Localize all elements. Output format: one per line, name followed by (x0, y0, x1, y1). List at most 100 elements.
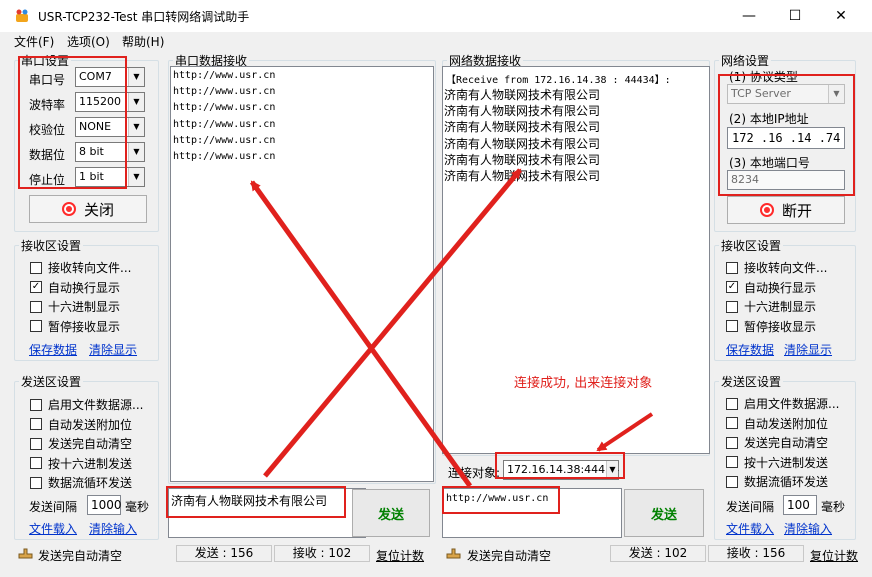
right-interval-label: 发送间隔 (726, 500, 775, 514)
checkbox[interactable] (726, 475, 738, 488)
net-settings-legend: 网络设置 (721, 54, 770, 68)
right-recv-option-1[interactable]: ✓ 自动换行显示 (726, 279, 816, 296)
left-send-count: 发送 : 156 (176, 545, 272, 562)
left-interval-unit: 毫秒 (125, 500, 150, 514)
status-dot-icon (759, 203, 774, 217)
chevron-down-icon: ▼ (128, 93, 144, 111)
left-recv-option-2[interactable]: 十六进制显示 (30, 298, 120, 315)
net-send-button[interactable]: 发送 (624, 489, 704, 537)
left-recv-legend: 接收区设置 (21, 239, 82, 253)
checkbox[interactable] (30, 418, 42, 430)
right-reset-count[interactable]: 复位计数 (810, 547, 858, 564)
checkbox[interactable] (726, 397, 738, 410)
left-recv-option-label: 暂停接收显示 (48, 319, 121, 334)
menu-options[interactable]: 选项(O) (67, 33, 110, 50)
right-interval-input[interactable]: 100 (783, 495, 817, 515)
left-load-file-link[interactable]: 文件载入 (29, 520, 77, 537)
right-send-count: 发送 : 102 (610, 545, 706, 562)
left-send-option-label: 自动发送附加位 (48, 417, 133, 432)
app-icon (16, 9, 28, 22)
left-send-option-0[interactable]: 启用文件数据源... (30, 396, 143, 413)
left-recv-option-1[interactable]: ✓ 自动换行显示 (30, 279, 120, 296)
checkbox[interactable] (30, 437, 42, 450)
checkbox[interactable] (726, 417, 738, 429)
close-window-button[interactable]: ✕ (818, 0, 864, 32)
net-recv-line: 济南有人物联网技术有限公司 (444, 88, 601, 102)
right-send-option-1[interactable]: 自动发送附加位 (726, 415, 828, 432)
maximize-button[interactable]: ☐ (772, 0, 818, 32)
serial-recv-line: http://www.usr.cn (173, 118, 276, 130)
menu-file[interactable]: 文件(F) (14, 33, 54, 50)
hand-pointer-icon (18, 548, 33, 559)
net-recv-line: 济南有人物联网技术有限公司 (444, 136, 601, 151)
right-save-data-link[interactable]: 保存数据 (726, 341, 774, 358)
left-recv-option-3[interactable]: 暂停接收显示 (30, 318, 120, 335)
checkbox[interactable]: ✓ (30, 281, 42, 293)
left-recv-option-label: 接收转向文件... (48, 261, 132, 275)
right-recv-option-2[interactable]: 十六进制显示 (726, 298, 816, 315)
checkbox[interactable] (726, 436, 738, 449)
left-clear-input-link[interactable]: 清除输入 (89, 520, 137, 537)
checkbox[interactable] (30, 261, 42, 274)
right-send-option-4[interactable]: 数据流循环发送 (726, 473, 828, 490)
checkbox[interactable] (30, 398, 42, 411)
hand-pointer-icon (446, 548, 461, 559)
right-send-option-label: 启用文件数据源... (744, 397, 840, 411)
minimize-button[interactable]: — (726, 0, 772, 32)
left-send-option-label: 按十六进制发送 (48, 456, 133, 471)
annotation-box-serial-settings (18, 56, 127, 189)
serial-send-button[interactable]: 发送 (352, 489, 430, 537)
disconnect-label: 断开 (781, 201, 812, 220)
right-clear-input-link[interactable]: 清除输入 (784, 520, 832, 537)
chevron-down-icon: ▼ (128, 143, 144, 161)
net-recv-line: 济南有人物联网技术有限公司 (444, 169, 601, 183)
disconnect-button[interactable]: 断开 (727, 196, 845, 224)
serial-close-button[interactable]: 关闭 (29, 195, 147, 223)
checkbox[interactable] (726, 456, 738, 468)
menu-help[interactable]: 帮助(H) (122, 33, 164, 50)
status-dot-icon (61, 202, 76, 216)
right-send-option-label: 自动发送附加位 (744, 416, 829, 431)
checkbox[interactable] (30, 300, 42, 313)
right-recv-option-label: 接收转向文件... (744, 261, 828, 275)
right-recv-option-3[interactable]: 暂停接收显示 (726, 318, 816, 335)
checkbox[interactable] (726, 320, 738, 332)
left-send-option-label: 数据流循环发送 (48, 476, 133, 490)
right-send-option-label: 数据流循环发送 (744, 475, 829, 489)
right-load-file-link[interactable]: 文件载入 (726, 520, 774, 537)
left-reset-count[interactable]: 复位计数 (376, 547, 424, 564)
checkbox[interactable]: ✓ (726, 281, 738, 293)
right-send-option-3[interactable]: 按十六进制发送 (726, 454, 828, 471)
checkbox[interactable] (726, 300, 738, 313)
left-recv-option-label: 十六进制显示 (48, 300, 121, 314)
right-recv-option-label: 自动换行显示 (744, 280, 817, 295)
right-send-legend: 发送区设置 (721, 375, 782, 389)
serial-recv-line: http://www.usr.cn (173, 151, 276, 162)
checkbox[interactable] (726, 261, 738, 274)
left-send-option-label: 启用文件数据源... (48, 398, 144, 412)
left-send-option-1[interactable]: 自动发送附加位 (30, 416, 132, 433)
left-send-option-3[interactable]: 按十六进制发送 (30, 455, 132, 472)
net-recv-line: 济南有人物联网技术有限公司 (444, 120, 601, 135)
checkbox[interactable] (30, 320, 42, 332)
net-recv-line: 济南有人物联网技术有限公司 (444, 104, 601, 119)
checkbox[interactable] (30, 457, 42, 469)
right-interval-unit: 毫秒 (821, 500, 846, 514)
left-send-option-4[interactable]: 数据流循环发送 (30, 474, 132, 491)
net-recv-line: 济南有人物联网技术有限公司 (444, 152, 601, 167)
right-send-option-2[interactable]: 发送完自动清空 (726, 434, 828, 451)
left-save-data-link[interactable]: 保存数据 (29, 341, 77, 358)
serial-recv-line: http://www.usr.cn (173, 134, 276, 146)
left-send-option-2[interactable]: 发送完自动清空 (30, 435, 132, 452)
checkbox[interactable] (30, 476, 42, 489)
left-interval-input[interactable]: 1000 (87, 495, 122, 515)
right-recv-option-0[interactable]: 接收转向文件... (726, 259, 827, 276)
right-recv-option-label: 暂停接收显示 (744, 319, 817, 334)
right-recv-legend: 接收区设置 (721, 239, 782, 253)
left-recv-option-0[interactable]: 接收转向文件... (30, 259, 131, 276)
left-clear-display-link[interactable]: 清除显示 (89, 341, 137, 358)
chevron-down-icon: ▼ (128, 68, 144, 86)
right-send-option-label: 按十六进制发送 (744, 455, 829, 470)
right-send-option-0[interactable]: 启用文件数据源... (726, 395, 839, 412)
right-clear-display-link[interactable]: 清除显示 (784, 341, 832, 358)
